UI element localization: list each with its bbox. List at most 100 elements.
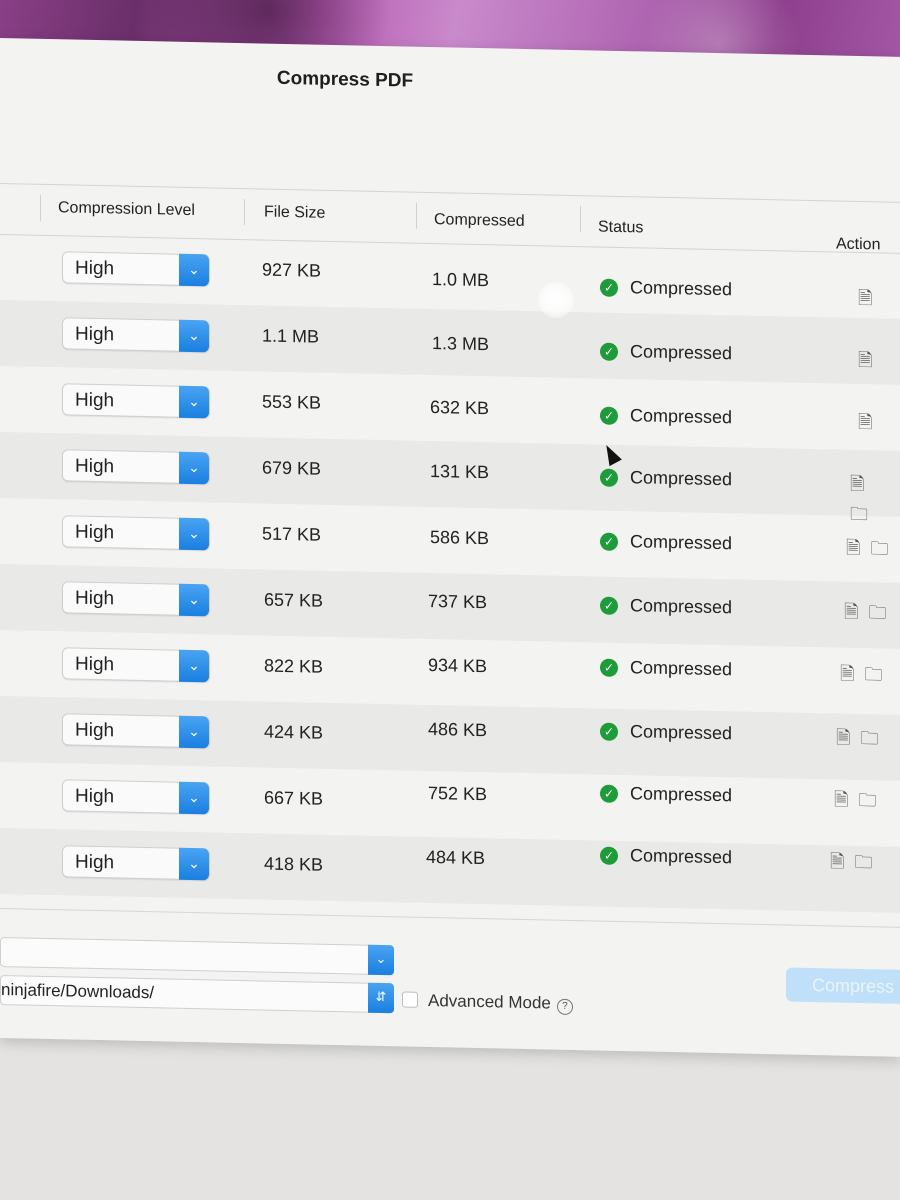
check-circle-icon: ✓ <box>600 532 618 551</box>
file-icon[interactable]: 🗎 <box>858 412 872 433</box>
file-icon[interactable]: 🗎 <box>834 789 848 810</box>
compression-level-value: High <box>75 521 115 544</box>
folder-icon[interactable]: 🗀 <box>854 852 872 873</box>
compressed-size-cell: 632 KB <box>430 397 490 419</box>
status-text: Compressed <box>630 531 733 554</box>
chevron-down-icon[interactable]: ⌄ <box>179 319 209 353</box>
status-text: Compressed <box>630 277 733 300</box>
compression-level-select[interactable]: High ⌄ <box>62 449 210 485</box>
compression-level-value: High <box>75 719 115 742</box>
help-icon[interactable]: ? <box>556 998 573 1015</box>
chevron-down-icon[interactable]: ⌄ <box>179 649 209 683</box>
advanced-mode-label: Advanced Mode <box>428 990 551 1013</box>
chevron-down-icon[interactable]: ⌄ <box>179 847 209 881</box>
compression-level-select[interactable]: High ⌄ <box>62 779 210 815</box>
header-file-size[interactable]: File Size <box>264 204 325 223</box>
compression-level-select[interactable]: High ⌄ <box>62 647 210 683</box>
compression-level-select[interactable]: High ⌄ <box>62 845 210 881</box>
file-icon[interactable]: 🗎 <box>858 288 872 309</box>
file-icon[interactable]: 🗎 <box>846 538 860 559</box>
file-size-cell: 1.1 MB <box>262 325 320 347</box>
chevron-down-icon[interactable]: ⌄ <box>179 451 209 485</box>
check-circle-icon: ✓ <box>600 846 618 865</box>
compression-level-select[interactable]: High ⌄ <box>62 251 210 287</box>
compression-level-select[interactable]: High ⌄ <box>62 383 210 419</box>
file-size-cell: 553 KB <box>262 391 322 413</box>
status-cell: ✓ Compressed <box>600 341 732 365</box>
status-cell: ✓ Compressed <box>600 277 732 301</box>
status-cell: ✓ Compressed <box>600 531 732 555</box>
chevron-down-icon[interactable]: ⌄ <box>179 583 209 617</box>
advanced-mode-checkbox[interactable] <box>402 991 418 1008</box>
compressed-size-cell: 586 KB <box>430 527 490 549</box>
folder-icon[interactable]: 🗀 <box>870 538 888 559</box>
status-text: Compressed <box>630 845 733 868</box>
file-icon[interactable]: 🗎 <box>840 664 854 685</box>
compression-level-select[interactable]: High ⌄ <box>62 581 210 617</box>
compress-button[interactable]: Compress <box>786 967 900 1005</box>
check-circle-icon: ✓ <box>600 596 618 615</box>
chevron-down-icon[interactable]: ⌄ <box>179 385 209 419</box>
file-size-cell: 424 KB <box>264 721 324 743</box>
row-actions: 🗎🗀 <box>830 849 882 880</box>
output-folder-select[interactable]: ninjafire/Downloads/ ⇵ <box>0 975 394 1014</box>
status-text: Compressed <box>630 721 733 744</box>
output-setting-select[interactable]: ⌄ <box>0 937 394 976</box>
file-icon[interactable]: 🗎 <box>858 350 872 371</box>
column-separator <box>244 199 245 226</box>
chevron-down-icon[interactable]: ⌄ <box>179 253 209 287</box>
row-actions: 🗎🗀 <box>834 787 886 818</box>
status-cell: ✓ Compressed <box>600 595 732 619</box>
file-icon[interactable]: 🗎 <box>830 851 844 872</box>
status-cell: ✓ Compressed <box>600 845 732 869</box>
check-circle-icon: ✓ <box>600 278 618 297</box>
status-text: Compressed <box>630 783 733 806</box>
file-icon[interactable]: 🗎 <box>844 602 858 623</box>
compression-level-select[interactable]: High ⌄ <box>62 515 210 551</box>
output-folder-path: ninjafire/Downloads/ <box>1 980 155 1003</box>
chevron-down-icon[interactable]: ⌄ <box>179 517 209 551</box>
chevron-down-icon[interactable]: ⌄ <box>179 715 209 749</box>
header-compression-level[interactable]: Compression Level <box>58 199 195 220</box>
header-status[interactable]: Status <box>598 219 643 238</box>
folder-icon[interactable]: 🗀 <box>868 602 886 623</box>
advanced-mode-option[interactable]: Advanced Mode? <box>402 990 573 1015</box>
check-circle-icon: ✓ <box>600 468 618 487</box>
file-icon[interactable]: 🗎 <box>850 474 864 495</box>
check-circle-icon: ✓ <box>600 722 618 741</box>
row-actions: 🗎🗀 <box>836 726 888 757</box>
window-title: Compress PDF <box>276 67 414 92</box>
column-separator <box>580 206 581 233</box>
folder-icon[interactable]: 🗀 <box>858 790 876 811</box>
compressed-size-cell: 752 KB <box>428 782 488 805</box>
chevron-down-icon[interactable]: ⌄ <box>368 944 394 976</box>
header-compressed[interactable]: Compressed <box>434 211 525 231</box>
compression-level-select[interactable]: High ⌄ <box>62 713 210 749</box>
compressed-size-cell: 934 KB <box>428 654 488 677</box>
compression-level-value: High <box>75 851 115 874</box>
compress-pdf-window: Compress PDF Compression Level File Size… <box>0 38 900 1058</box>
status-cell: ✓ Compressed <box>600 783 732 807</box>
status-text: Compressed <box>630 595 733 618</box>
file-size-cell: 657 KB <box>264 589 324 611</box>
file-icon[interactable]: 🗎 <box>836 728 850 749</box>
file-size-cell: 822 KB <box>264 655 324 677</box>
check-circle-icon: ✓ <box>600 342 618 361</box>
compressed-size-cell: 737 KB <box>428 590 488 613</box>
file-size-cell: 517 KB <box>262 523 322 545</box>
chevron-down-icon[interactable]: ⌄ <box>179 781 209 815</box>
status-cell: ✓ Compressed <box>600 405 732 429</box>
check-circle-icon: ✓ <box>600 406 618 425</box>
check-circle-icon: ✓ <box>600 658 618 677</box>
folder-icon[interactable]: 🗀 <box>864 664 882 685</box>
status-text: Compressed <box>630 467 733 490</box>
compressed-size-cell: 486 KB <box>428 718 488 741</box>
file-size-cell: 667 KB <box>264 787 324 809</box>
compression-level-select[interactable]: High ⌄ <box>62 317 210 353</box>
compression-level-value: High <box>75 587 115 610</box>
compressed-size-cell: 1.0 MB <box>432 269 490 291</box>
row-actions: 🗎 <box>858 286 882 317</box>
folder-icon[interactable]: 🗀 <box>860 728 878 749</box>
compression-level-value: High <box>75 323 115 346</box>
chevron-up-down-icon[interactable]: ⇵ <box>368 982 394 1014</box>
